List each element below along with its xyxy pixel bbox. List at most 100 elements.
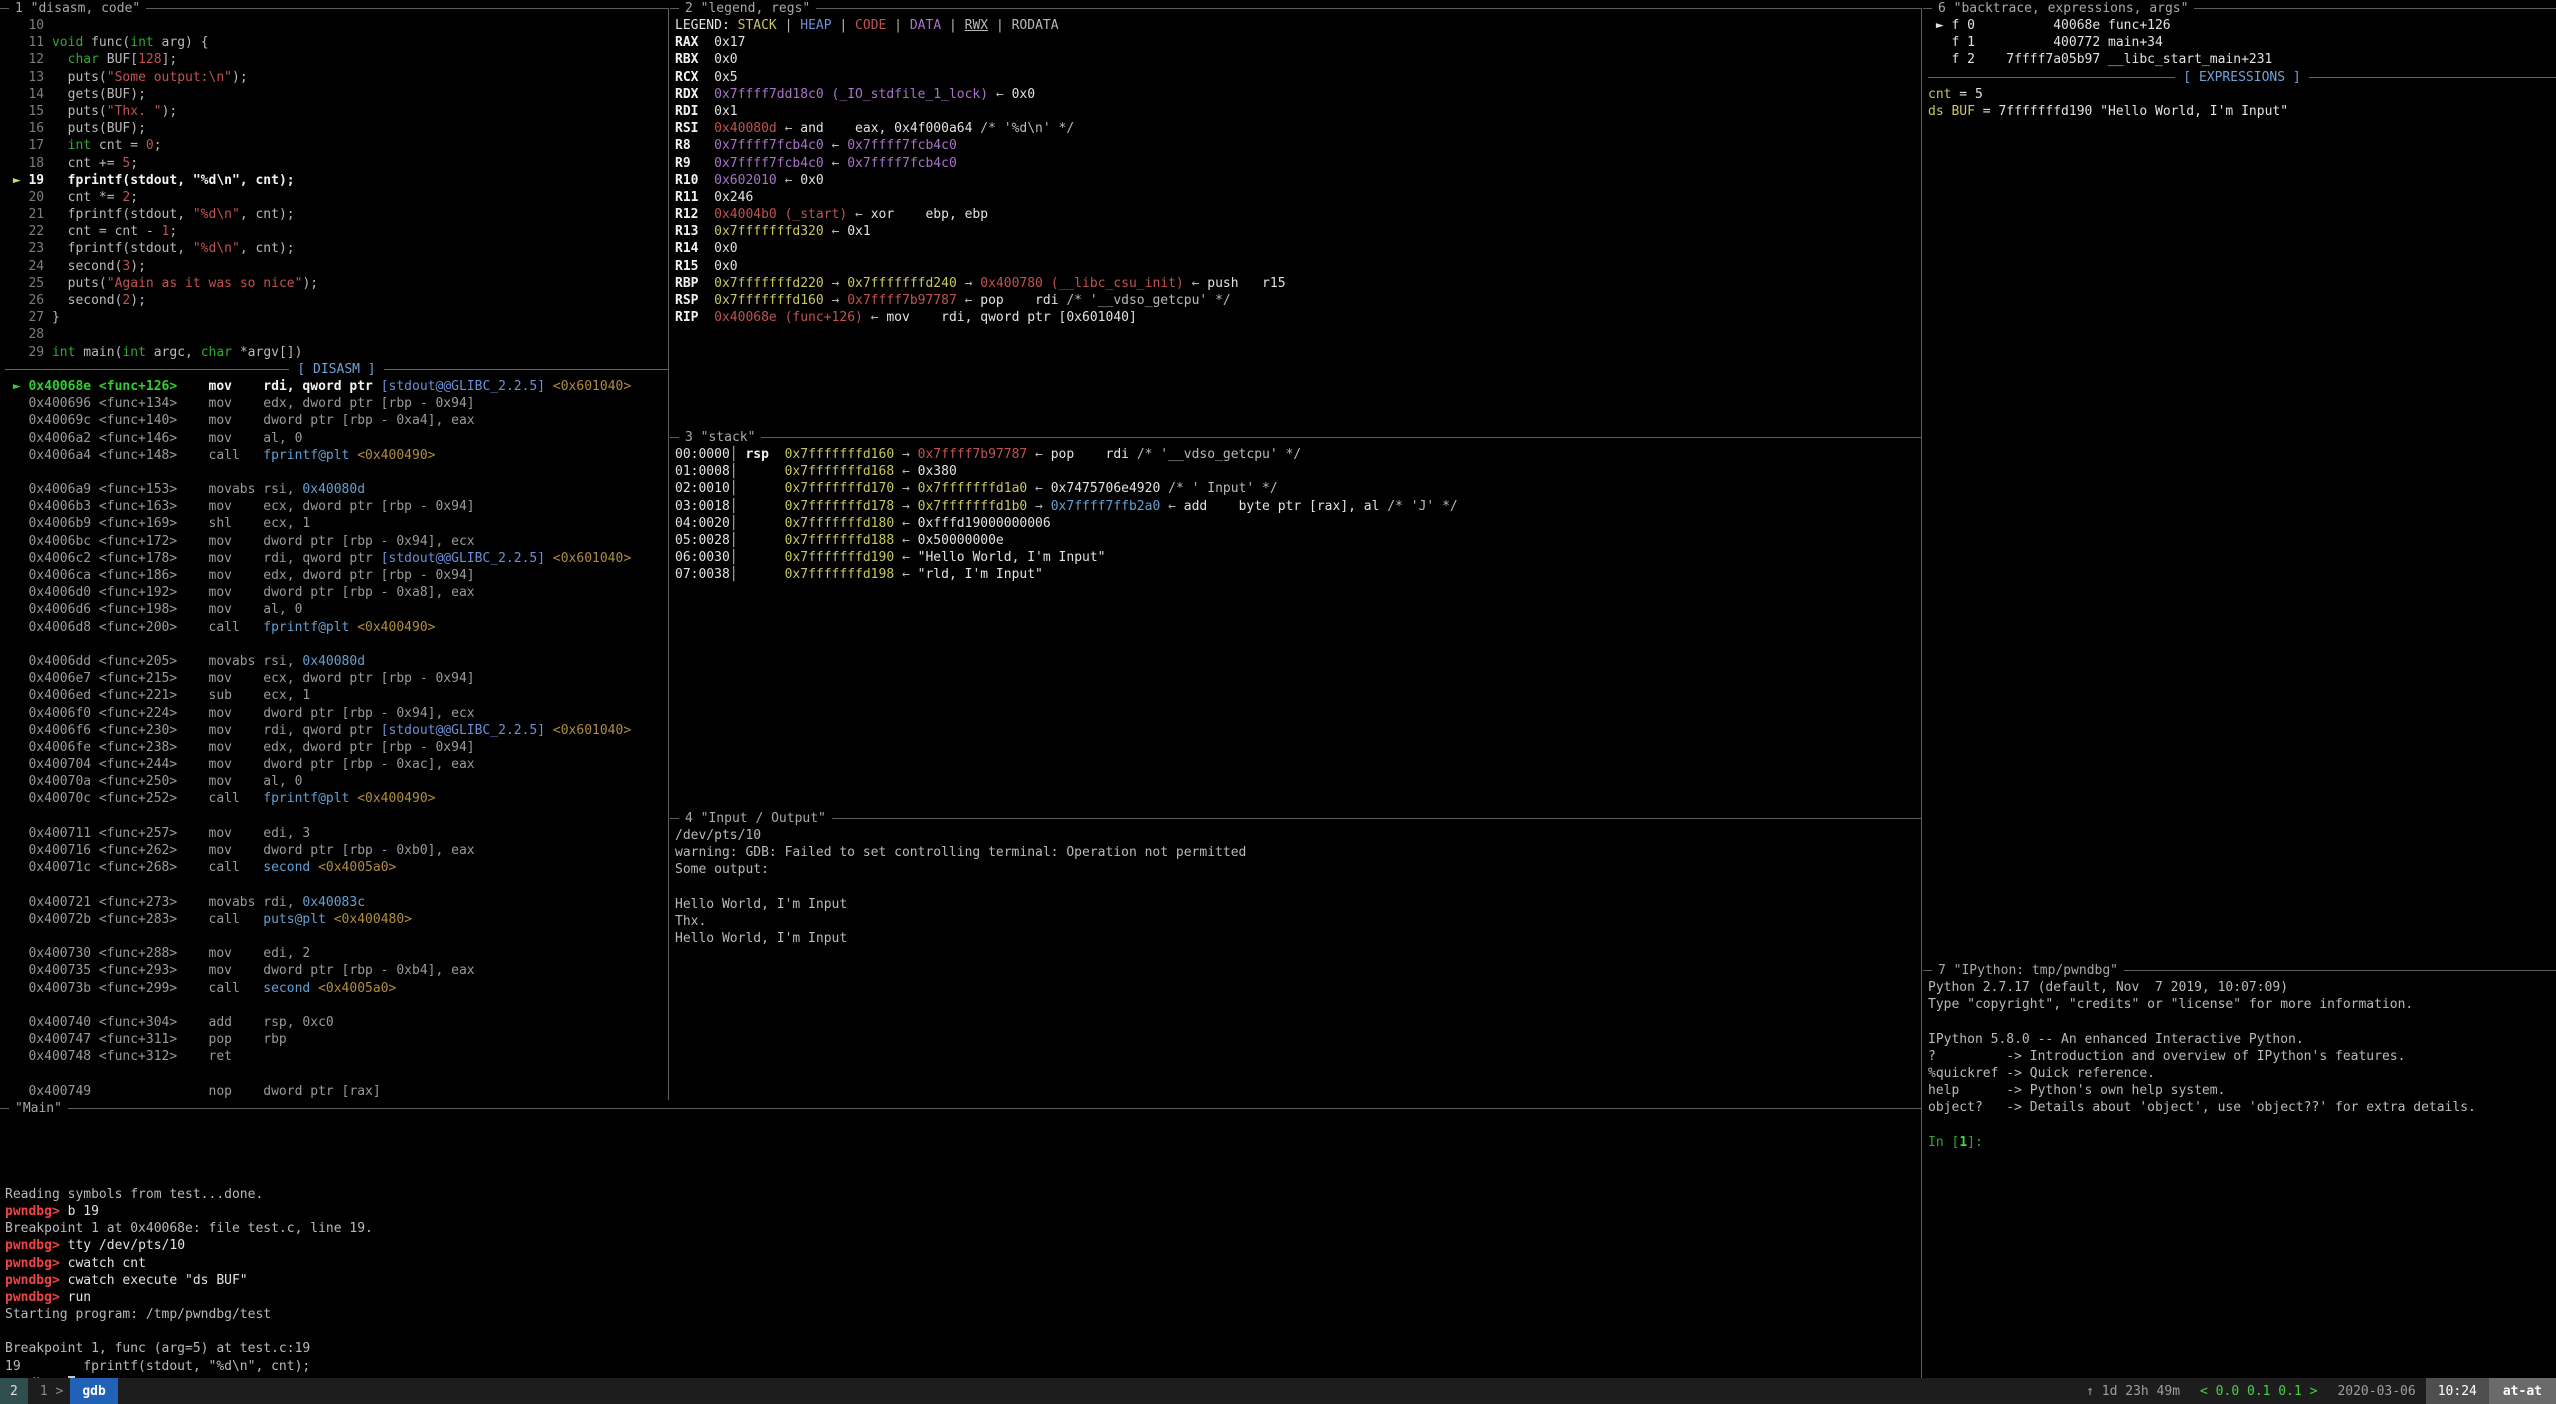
pane-border-vertical[interactable] [668,8,669,1100]
terminal-line: 19 fprintf(stdout, "%d\n", cnt); [5,1358,1921,1375]
terminal-line [5,1323,1921,1340]
terminal-line: 01:0008│ 0x7fffffffd168 ← 0x380 [675,463,1921,480]
pane-border-vertical[interactable] [1921,8,1922,1378]
pane-input-output[interactable]: 4 "Input / Output" /dev/pts/10warning: G… [670,810,1921,1100]
terminal-line [5,636,668,653]
pane-border-line [670,437,679,438]
terminal-line: 0x4006a2 <func+146> mov al, 0 [5,430,668,447]
tmux-session-name[interactable]: 2 [0,1378,28,1404]
terminal-line: RDX 0x7ffff7dd18c0 (_IO_stdfile_1_lock) … [675,86,1921,103]
pane-stack[interactable]: 3 "stack" 00:0000│ rsp 0x7fffffffd160 → … [670,429,1921,810]
stack-content: 00:0000│ rsp 0x7fffffffd160 → 0x7ffff7b9… [670,446,1921,584]
terminal-line: pwndbg> cwatch execute "ds BUF" [5,1272,1921,1289]
pane-border-line [2194,8,2556,9]
terminal-line [5,928,668,945]
terminal-line: Starting program: /tmp/pwndbg/test [5,1306,1921,1323]
terminal-line: 27 } [5,309,668,326]
terminal-line: IPython 5.8.0 -- An enhanced Interactive… [1928,1031,2556,1048]
terminal-line: 0x400721 <func+273> movabs rdi, 0x40083c [5,894,668,911]
pane-main-gdb[interactable]: "Main" Reading symbols from test...done.… [0,1100,1921,1378]
terminal-line: Some output: [675,861,1921,878]
terminal-line: 0x4006ca <func+186> mov edx, dword ptr [… [5,567,668,584]
terminal-line: f 1 400772 main+34 [1928,34,2556,51]
terminal-line: 0x400704 <func+244> mov dword ptr [rbp -… [5,756,668,773]
terminal-line: 0x40070a <func+250> mov al, 0 [5,773,668,790]
status-date: 2020-03-06 [2327,1378,2425,1404]
registers-content: LEGEND: STACK | HEAP | CODE | DATA | RWX… [670,17,1921,326]
terminal-line: RSI 0x40080d ← and eax, 0x4f000a64 /* '%… [675,120,1921,137]
terminal-line: ds BUF = 7fffffffd190 "Hello World, I'm … [1928,103,2556,120]
pane-title: 2 "legend, regs" [679,1,816,16]
terminal-line: 0x4006f0 <func+224> mov dword ptr [rbp -… [5,705,668,722]
terminal-line: object? -> Details about 'object', use '… [1928,1099,2556,1116]
terminal-line: 24 second(3); [5,258,668,275]
terminal-line [5,464,668,481]
terminal-line: Reading symbols from test...done. [5,1186,1921,1203]
terminal-line: 0x4006a9 <func+153> movabs rsi, 0x40080d [5,481,668,498]
terminal-line: pwndbg> tty /dev/pts/10 [5,1237,1921,1254]
pane-title-row: 2 "legend, regs" [670,0,1921,17]
pane-registers[interactable]: 2 "legend, regs" LEGEND: STACK | HEAP | … [670,0,1921,429]
io-content: /dev/pts/10warning: GDB: Failed to set c… [670,827,1921,947]
terminal-line: ► 19 fprintf(stdout, "%d\n", cnt); [5,172,668,189]
terminal-line: 0x400749 nop dword ptr [rax] [5,1083,668,1100]
terminal-line: 0x4006dd <func+205> movabs rsi, 0x40080d [5,653,668,670]
terminal-line: 23 fprintf(stdout, "%d\n", cnt); [5,240,668,257]
terminal-line: 0x4006b9 <func+169> shl ecx, 1 [5,515,668,532]
pane-title: 1 "disasm, code" [9,1,146,16]
terminal-line: 07:0038│ 0x7fffffffd198 ← "rld, I'm Inpu… [675,566,1921,583]
terminal-line: pwndbg> cwatch cnt [5,1255,1921,1272]
terminal-line: 02:0010│ 0x7fffffffd170 → 0x7fffffffd1a0… [675,480,1921,497]
terminal-line: [ DISASM ] [5,361,668,378]
pane-backtrace-expressions[interactable]: 6 "backtrace, expressions, args" ► f 0 4… [1923,0,2556,962]
pane-title: 7 "IPython: tmp/pwndbg" [1932,963,2124,978]
terminal-line: 05:0028│ 0x7fffffffd188 ← 0x50000000e [675,532,1921,549]
terminal-line: cnt = 5 [1928,86,2556,103]
terminal-line: 11 void func(int arg) { [5,34,668,51]
terminal-line [5,997,668,1014]
pane-title-row: "Main" [0,1100,1921,1117]
terminal-line: In [1]: [1928,1134,2556,1151]
pane-border-line [816,8,1921,9]
pane-ipython[interactable]: 7 "IPython: tmp/pwndbg" Python 2.7.17 (d… [1923,962,2556,1378]
terminal-line: ► f 0 40068e func+126 [1928,17,2556,34]
terminal-line: 03:0018│ 0x7fffffffd178 → 0x7fffffffd1b0… [675,498,1921,515]
terminal-line: /dev/pts/10 [675,827,1921,844]
terminal-line: Type "copyright", "credits" or "license"… [1928,996,2556,1013]
terminal-line [5,1169,1921,1186]
ipython-content: Python 2.7.17 (default, Nov 7 2019, 10:0… [1923,979,2556,1151]
terminal-line [675,879,1921,896]
terminal-line [5,1151,1921,1168]
terminal-line: 26 second(2); [5,292,668,309]
terminal-line: R12 0x4004b0 (_start) ← xor ebp, ebp [675,206,1921,223]
terminal-line: 0x4006ed <func+221> sub ecx, 1 [5,687,668,704]
pane-border-line [1923,8,1932,9]
terminal-line [1928,1013,2556,1030]
terminal-line: 0x4006a4 <func+148> call fprintf@plt <0x… [5,447,668,464]
terminal-line: ? -> Introduction and overview of IPytho… [1928,1048,2556,1065]
tmux-window-tab-gdb[interactable]: gdb [70,1378,117,1404]
pane-border-line [146,8,668,9]
terminal-line: Hello World, I'm Input [675,896,1921,913]
terminal-line: 0x4006bc <func+172> mov dword ptr [rbp -… [5,533,668,550]
terminal-line: Python 2.7.17 (default, Nov 7 2019, 10:0… [1928,979,2556,996]
tmux-window-index: 1 > [28,1378,70,1404]
terminal-line: [ EXPRESSIONS ] [1928,69,2556,86]
terminal-line: 0x400748 <func+312> ret [5,1048,668,1065]
terminal-line [5,876,668,893]
terminal-line [5,1065,668,1082]
disasm-content: 10 11 void func(int arg) { 12 char BUF[1… [0,17,668,1100]
pane-border-line [68,1108,1921,1109]
terminal-line: R8 0x7ffff7fcb4c0 ← 0x7ffff7fcb4c0 [675,137,1921,154]
terminal-line [5,1117,1921,1134]
terminal-line: 0x40072b <func+283> call puts@plt <0x400… [5,911,668,928]
terminal-line: ► 0x40068e <func+126> mov rdi, qword ptr… [5,378,668,395]
terminal-line: 0x400696 <func+134> mov edx, dword ptr [… [5,395,668,412]
terminal-line: 29 int main(int argc, char *argv[]) [5,344,668,361]
pane-border-line [670,8,679,9]
pane-border-line [832,818,1921,819]
terminal-line: R11 0x246 [675,189,1921,206]
backtrace-content: ► f 0 40068e func+126 f 1 400772 main+34… [1923,17,2556,120]
terminal-line: 0x400740 <func+304> add rsp, 0xc0 [5,1014,668,1031]
pane-disasm-code[interactable]: 1 "disasm, code" 10 11 void func(int arg… [0,0,668,1100]
